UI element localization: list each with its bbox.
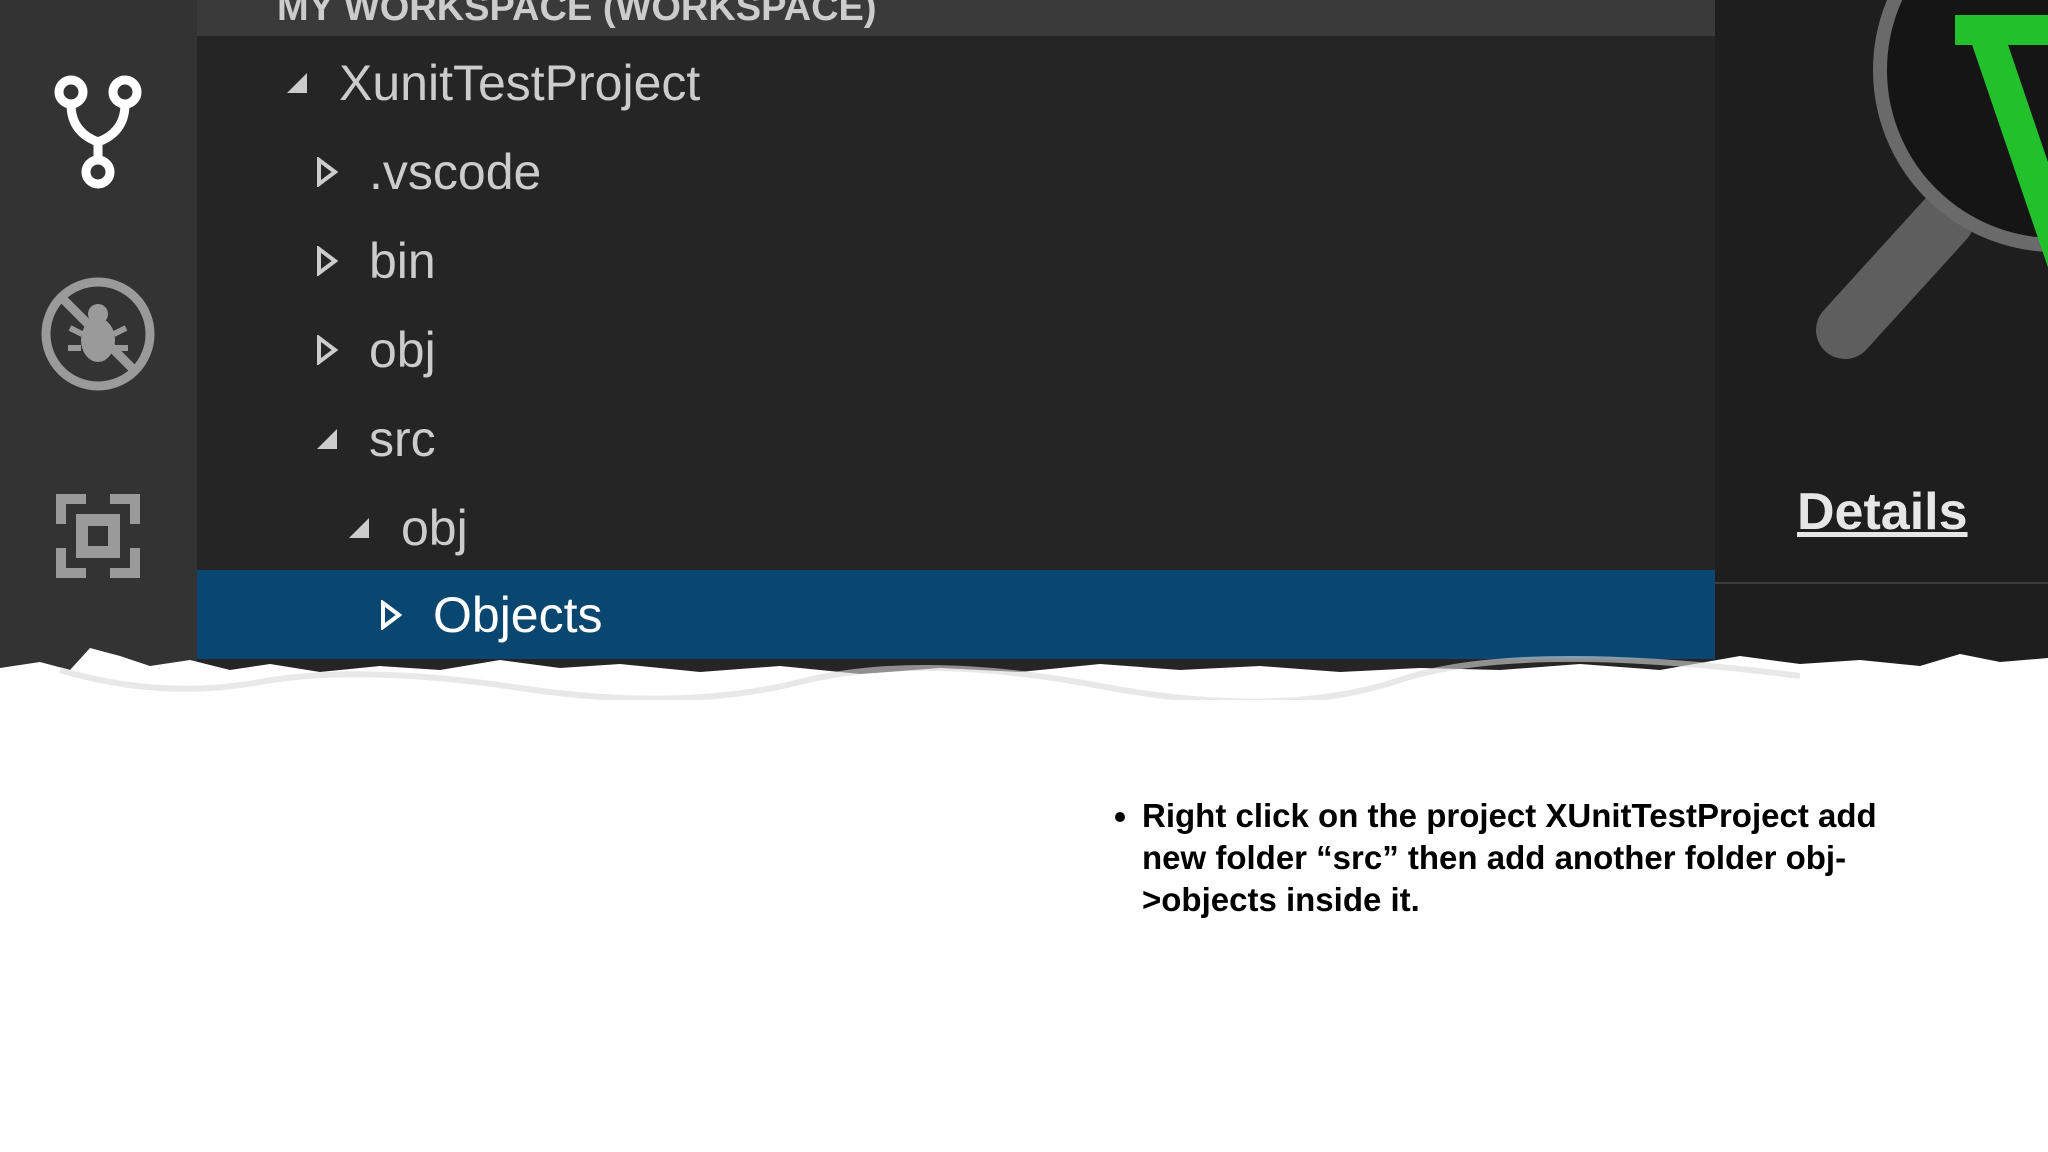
tree-item-obj[interactable]: obj bbox=[197, 305, 1715, 394]
tree-item-label: bin bbox=[369, 232, 436, 289]
tree-item-label: obj bbox=[369, 321, 436, 378]
details-tab[interactable]: Details bbox=[1797, 482, 1968, 542]
extensions-icon[interactable] bbox=[36, 474, 160, 598]
collapsed-arrow-icon[interactable] bbox=[371, 595, 411, 635]
tree-item-src-obj[interactable]: obj bbox=[197, 483, 1715, 572]
workspace-header[interactable]: MY WORKSPACE (WORKSPACE) bbox=[197, 0, 1715, 36]
extension-logo-icon bbox=[1816, 0, 2048, 359]
tree-item-xunittestproject[interactable]: XunitTestProject bbox=[197, 38, 1715, 127]
tree-item-label: obj bbox=[401, 499, 468, 556]
slide: MY WORKSPACE (WORKSPACE) XunitTestProjec… bbox=[0, 0, 2048, 1152]
tree-item-bin[interactable]: bin bbox=[197, 216, 1715, 305]
activity-bar bbox=[0, 0, 197, 700]
torn-paper-edge bbox=[0, 648, 2048, 700]
collapsed-arrow-icon[interactable] bbox=[307, 330, 347, 370]
expanded-arrow-icon[interactable] bbox=[339, 508, 379, 548]
extension-details-panel: Details bbox=[1715, 0, 2048, 700]
tree-item-label: src bbox=[369, 410, 436, 467]
panel-divider bbox=[1715, 582, 2048, 584]
expanded-arrow-icon[interactable] bbox=[307, 419, 347, 459]
tree-item-src[interactable]: src bbox=[197, 394, 1715, 483]
expanded-arrow-icon[interactable] bbox=[277, 63, 317, 103]
slide-caption: Right click on the project XUnitTestProj… bbox=[1100, 795, 1920, 921]
vscode-screenshot: MY WORKSPACE (WORKSPACE) XunitTestProjec… bbox=[0, 0, 2048, 700]
tree-item-label: XunitTestProject bbox=[339, 54, 701, 111]
source-control-icon[interactable] bbox=[36, 70, 160, 194]
collapsed-arrow-icon[interactable] bbox=[307, 152, 347, 192]
explorer-panel: MY WORKSPACE (WORKSPACE) XunitTestProjec… bbox=[197, 0, 1715, 700]
tree-item-label: .vscode bbox=[369, 143, 542, 200]
tree-item-vscode[interactable]: .vscode bbox=[197, 127, 1715, 216]
caption-bullet: Right click on the project XUnitTestProj… bbox=[1142, 795, 1920, 921]
collapsed-arrow-icon[interactable] bbox=[307, 241, 347, 281]
debug-icon[interactable] bbox=[36, 272, 160, 396]
